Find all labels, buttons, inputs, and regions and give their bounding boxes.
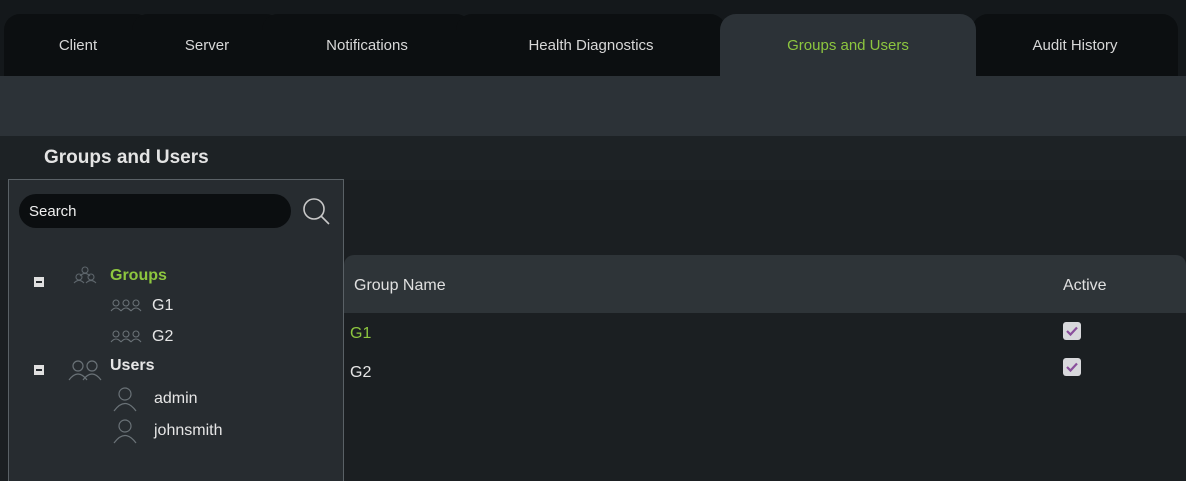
tab-label: Notifications [326, 36, 408, 54]
tab-health-diagnostics[interactable]: Health Diagnostics [456, 14, 726, 76]
tab-label: Health Diagnostics [528, 36, 654, 54]
column-label: Active [1063, 277, 1107, 294]
tab-label: Client [58, 36, 98, 54]
checkmark-icon [1066, 362, 1078, 373]
group-icon [110, 299, 142, 312]
checkmark-icon [1066, 326, 1078, 337]
group-icon [110, 330, 142, 343]
tree-node-label: johnsmith [154, 422, 223, 439]
collapse-icon[interactable] [34, 277, 44, 287]
group-name-cell: G1 [350, 325, 372, 342]
group-icon [73, 266, 97, 284]
tree-node-admin[interactable]: admin [154, 390, 198, 408]
tab-label: Groups and Users [787, 36, 909, 54]
tab-label: Server [184, 36, 230, 54]
group-name-cell: G2 [350, 364, 372, 381]
search-value: Search [29, 202, 77, 220]
search-input[interactable]: Search [19, 194, 291, 228]
table-body [344, 313, 1186, 481]
tree-node-g1[interactable]: G1 [152, 297, 173, 315]
tree-node-label: Groups [110, 267, 167, 284]
user-icon [68, 360, 102, 381]
tab-label: Audit History [1032, 36, 1118, 54]
tab-bar: Client Server Notifications Health Diagn… [0, 0, 1186, 76]
tree-node-label: G2 [152, 328, 174, 345]
column-label: Group Name [354, 277, 446, 294]
column-header-active[interactable]: Active [1063, 277, 1107, 295]
column-header-group-name[interactable]: Group Name [354, 277, 446, 295]
toolbar-strip [0, 76, 1186, 136]
tree-node-label: Users [110, 357, 155, 374]
checkbox-checked-icon[interactable] [1063, 358, 1081, 376]
tab-notifications[interactable]: Notifications [262, 14, 472, 76]
tree-node-users[interactable]: Users [110, 357, 154, 375]
tree-node-g2[interactable]: G2 [152, 328, 173, 346]
tree-node-label: admin [154, 390, 198, 407]
tree-node-label: G1 [152, 297, 174, 314]
page-title: Groups and Users [44, 147, 209, 168]
tab-client[interactable]: Client [4, 14, 152, 76]
search-icon[interactable] [300, 195, 332, 227]
tab-groups-and-users[interactable]: Groups and Users [720, 14, 976, 76]
user-icon [113, 419, 137, 444]
tab-audit-history[interactable]: Audit History [972, 14, 1178, 76]
tab-server[interactable]: Server [132, 14, 282, 76]
table-row[interactable]: G1 [350, 325, 371, 343]
tree-node-groups[interactable]: Groups [110, 267, 167, 285]
collapse-icon[interactable] [34, 365, 44, 375]
table-row[interactable]: G2 [350, 364, 371, 382]
tree-node-johnsmith[interactable]: johnsmith [154, 422, 222, 440]
user-icon [113, 387, 137, 412]
table-header [344, 255, 1186, 313]
checkbox-checked-icon[interactable] [1063, 322, 1081, 340]
